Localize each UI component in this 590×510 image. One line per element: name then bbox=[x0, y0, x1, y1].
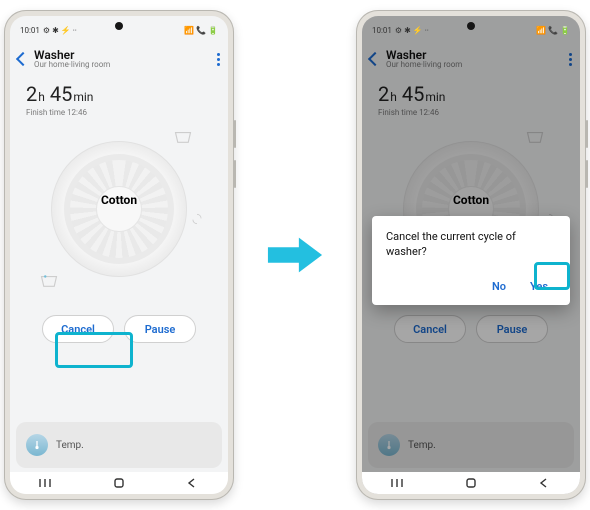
cancel-button[interactable]: Cancel bbox=[42, 315, 114, 343]
cancel-button[interactable]: Cancel bbox=[394, 315, 466, 343]
status-clock: 10:01 bbox=[372, 26, 392, 35]
pause-button[interactable]: Pause bbox=[476, 315, 548, 343]
dialog-yes-button[interactable]: Yes bbox=[522, 274, 556, 299]
finish-time: Finish time 12:46 bbox=[378, 108, 564, 117]
button-row: Cancel Pause bbox=[362, 315, 580, 343]
screen: 10:01 ⚙ ✱ ⚡ ·· 📶 📞 🔋 Washer Our home·liv… bbox=[10, 16, 228, 494]
finish-time: Finish time 12:46 bbox=[26, 108, 212, 117]
status-right-icons: 📶 📞 🔋 bbox=[536, 26, 570, 35]
nav-back-icon[interactable] bbox=[184, 478, 200, 488]
button-row: Cancel Pause bbox=[10, 315, 228, 343]
temp-sheet[interactable]: Temp. bbox=[368, 422, 574, 468]
nav-home-icon[interactable] bbox=[111, 478, 127, 488]
android-nav-bar bbox=[10, 472, 228, 494]
transition-arrow-icon bbox=[266, 231, 324, 279]
washer-drum[interactable] bbox=[51, 141, 187, 277]
time-block: 2h 45min Finish time 12:46 bbox=[362, 78, 580, 123]
more-menu-icon[interactable] bbox=[569, 53, 572, 66]
rinse-icon bbox=[40, 273, 58, 287]
header-title: Washer bbox=[386, 49, 462, 62]
dialog-no-button[interactable]: No bbox=[484, 274, 514, 299]
header-subtitle: Our home·living room bbox=[386, 61, 462, 69]
android-nav-bar bbox=[362, 472, 580, 494]
header-subtitle: Our home·living room bbox=[34, 61, 110, 69]
nav-home-icon[interactable] bbox=[463, 478, 479, 488]
more-menu-icon[interactable] bbox=[217, 53, 220, 66]
program-label: Cotton bbox=[101, 193, 137, 207]
front-camera bbox=[467, 22, 475, 30]
remaining-time: 2h 45min bbox=[26, 82, 212, 106]
confirm-dialog: Cancel the current cycle of washer? No Y… bbox=[372, 216, 570, 305]
app-header: Washer Our home·living room bbox=[10, 40, 228, 78]
status-left-icons: ⚙ ✱ ⚡ ·· bbox=[43, 26, 77, 35]
temp-label: Temp. bbox=[408, 440, 436, 451]
nav-recents-icon[interactable] bbox=[390, 478, 406, 488]
back-icon[interactable] bbox=[368, 52, 382, 66]
front-camera bbox=[115, 22, 123, 30]
phone-left: 10:01 ⚙ ✱ ⚡ ·· 📶 📞 🔋 Washer Our home·liv… bbox=[4, 10, 234, 500]
status-right-icons: 📶 📞 🔋 bbox=[184, 26, 218, 35]
dialog-message: Cancel the current cycle of washer? bbox=[386, 230, 556, 260]
drum-area: Cotton bbox=[10, 123, 228, 313]
screen: 10:01 ⚙ ✱ ⚡ ·· 📶 📞 🔋 Washer Our home·liv… bbox=[362, 16, 580, 494]
back-icon[interactable] bbox=[16, 52, 30, 66]
pause-button[interactable]: Pause bbox=[124, 315, 196, 343]
nav-back-icon[interactable] bbox=[536, 478, 552, 488]
program-label: Cotton bbox=[453, 193, 489, 207]
status-clock: 10:01 bbox=[20, 26, 40, 35]
app-header: Washer Our home·living room bbox=[362, 40, 580, 78]
wash-icon bbox=[526, 129, 544, 143]
spin-icon bbox=[188, 211, 206, 225]
temp-label: Temp. bbox=[56, 440, 84, 451]
nav-recents-icon[interactable] bbox=[38, 478, 54, 488]
temp-icon bbox=[26, 434, 48, 456]
status-left-icons: ⚙ ✱ ⚡ ·· bbox=[395, 26, 429, 35]
temp-icon bbox=[378, 434, 400, 456]
remaining-time: 2h 45min bbox=[378, 82, 564, 106]
temp-sheet[interactable]: Temp. bbox=[16, 422, 222, 468]
time-block: 2h 45min Finish time 12:46 bbox=[10, 78, 228, 123]
phone-right: 10:01 ⚙ ✱ ⚡ ·· 📶 📞 🔋 Washer Our home·liv… bbox=[356, 10, 586, 500]
wash-icon bbox=[174, 129, 192, 143]
